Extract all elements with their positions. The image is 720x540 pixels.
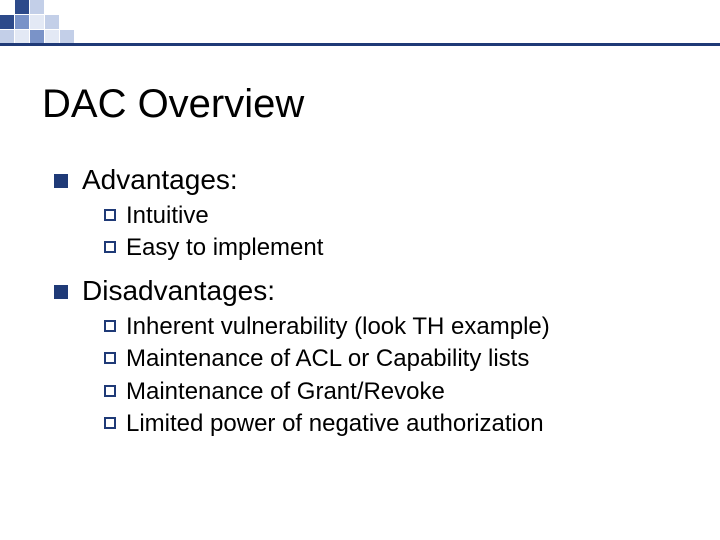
list-item: Easy to implement — [104, 232, 680, 264]
list-item-text: Maintenance of Grant/Revoke — [126, 376, 445, 408]
hollow-square-icon — [104, 417, 116, 429]
list-item-text: Maintenance of ACL or Capability lists — [126, 343, 529, 375]
list-item: Limited power of negative authorization — [104, 408, 680, 440]
square-bullet-icon — [54, 285, 68, 299]
list-item: Maintenance of ACL or Capability lists — [104, 343, 680, 375]
list-item-text: Limited power of negative authorization — [126, 408, 544, 440]
hollow-square-icon — [104, 320, 116, 332]
section-heading: Disadvantages: — [54, 275, 680, 307]
hollow-square-icon — [104, 385, 116, 397]
list-item: Maintenance of Grant/Revoke — [104, 376, 680, 408]
slide: DAC Overview Advantages: Intuitive Easy … — [0, 0, 720, 540]
list-item: Inherent vulnerability (look TH example) — [104, 311, 680, 343]
slide-content: Advantages: Intuitive Easy to implement … — [54, 160, 680, 450]
section-heading: Advantages: — [54, 164, 680, 196]
hollow-square-icon — [104, 209, 116, 221]
slide-title: DAC Overview — [42, 82, 304, 127]
hollow-square-icon — [104, 241, 116, 253]
list-item: Intuitive — [104, 200, 680, 232]
square-bullet-icon — [54, 174, 68, 188]
section-items: Intuitive Easy to implement — [104, 200, 680, 265]
section-items: Inherent vulnerability (look TH example)… — [104, 311, 680, 441]
list-item-text: Inherent vulnerability (look TH example) — [126, 311, 550, 343]
hollow-square-icon — [104, 352, 116, 364]
decor-strip — [0, 0, 720, 46]
section-heading-text: Disadvantages: — [82, 275, 275, 307]
section-heading-text: Advantages: — [82, 164, 238, 196]
decor-bar — [0, 43, 720, 46]
list-item-text: Easy to implement — [126, 232, 323, 264]
decor-squares — [0, 0, 89, 44]
list-item-text: Intuitive — [126, 200, 209, 232]
